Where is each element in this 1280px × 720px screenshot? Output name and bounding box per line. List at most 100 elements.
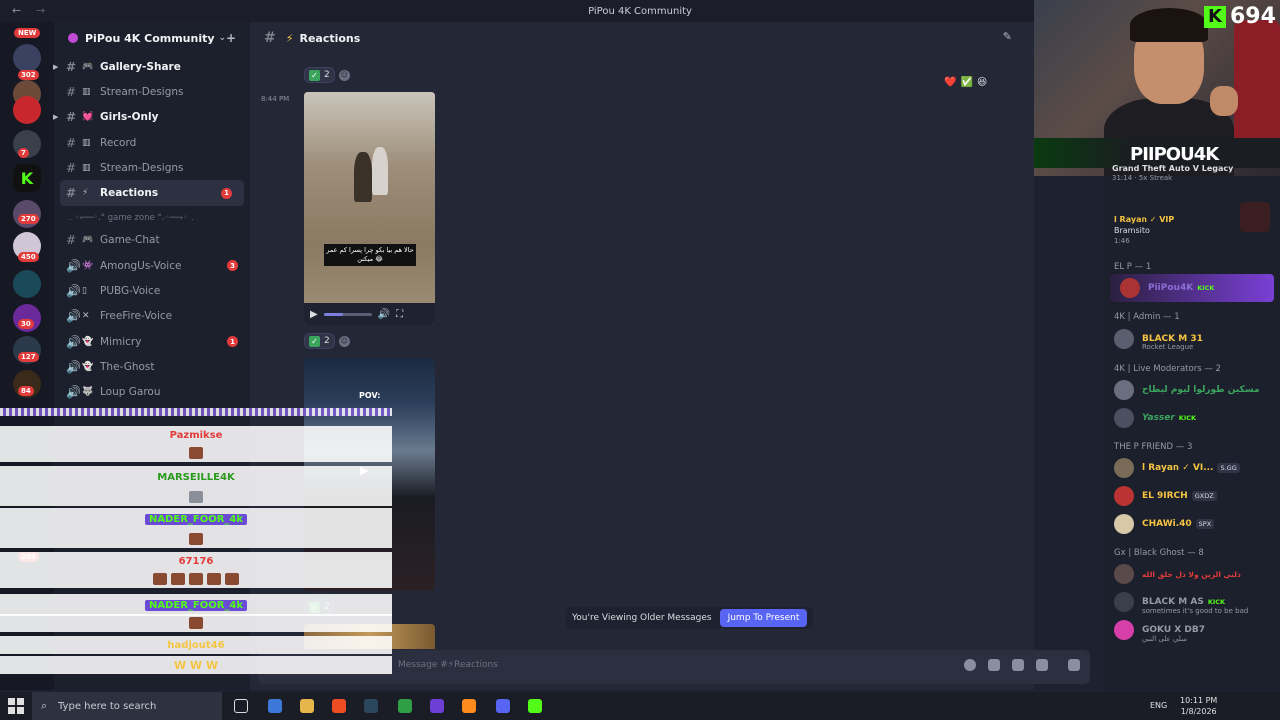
emote-icon [189,533,203,545]
server-icon[interactable] [13,270,41,298]
jump-to-present-button[interactable]: Jump To Present [719,609,808,627]
member-section-title: THE P FRIEND — 3 [1114,442,1193,452]
heart-emoji-icon[interactable]: ❤️ [944,77,956,88]
apps-icon[interactable] [1068,659,1080,671]
search-icon: ⌕ [41,699,48,712]
member-row[interactable]: مسكين طورلوا ليوم ليطاح [1104,376,1280,404]
steam-icon[interactable] [364,699,378,713]
windows-taskbar: ⌕ Type here to search ENG 10:11 PM 1/8/2… [0,692,1280,720]
voice-channel-pubg[interactable]: 🔊 ▯ PUBG-Voice [54,278,250,303]
member-row[interactable]: ا Rayaח ✓ VIP Bramsito 1:46 [1104,200,1280,260]
chat-username-row: 67176 [0,552,392,570]
taskbar-app-icon[interactable] [268,699,282,713]
member-name: BLACK M AS [1142,597,1204,607]
server-badge: 270 [18,214,39,224]
member-row[interactable]: ذلني الزين ولا ذل خلق الله [1104,560,1280,588]
clock[interactable]: 10:11 PM 1/8/2026 [1180,695,1217,717]
category-game-zone[interactable]: ﹒◦˖──◦.° game zone °.◦──˖◦﹒ [54,210,250,224]
channel-game-chat[interactable]: # 🎮 Game-Chat [54,228,250,253]
check-emoji-icon: ✓ [309,69,320,81]
member-row[interactable]: PiiPou4K KICK [1110,274,1274,302]
add-reaction-icon[interactable]: ☺ [338,69,350,81]
taskbar-app-icon[interactable] [462,699,476,713]
image-icon[interactable] [1036,659,1048,671]
voice-channel-mimicry[interactable]: 🔊 👻 Mimicry 1 [54,329,250,354]
channel-girls-only[interactable]: ▶ # 💓 Girls-Only [53,105,250,130]
chat-message [0,444,392,462]
taskbar-search[interactable]: ⌕ Type here to search [32,692,222,720]
speaker-icon: 🔊 [66,334,81,349]
kick-server-icon[interactable]: K [13,164,41,192]
member-activity: sometimes it's good to be bad [1142,607,1249,615]
check-emoji-icon[interactable]: ✅ [960,77,972,88]
add-reaction-icon[interactable]: ☺ [338,335,350,347]
voice-channel-amongus[interactable]: 🔊 👾 AmongUs-Voice 3 [54,253,250,278]
member-row[interactable]: Yasser KICK [1104,404,1280,432]
file-explorer-icon[interactable] [300,699,314,713]
member-row[interactable]: ا Rayaח ✓ VI... S.GG [1104,454,1280,482]
taskbar-app-icon[interactable] [430,699,444,713]
channel-emoji: 👾 [82,260,94,271]
input-language[interactable]: ENG [1150,701,1167,710]
reaction-count: 2 [324,336,330,346]
member-section-title: 4K | Live Moderators — 2 [1114,364,1221,374]
member-row[interactable]: CHAWi.40 SPX [1104,510,1280,538]
server-tag: GXDZ [1191,491,1217,501]
channel-gallery-share[interactable]: ▶ # 🎮 Gallery-Share [53,54,250,79]
member-row[interactable]: BLACK M AS KICK sometimes it's good to b… [1104,588,1280,616]
channel-emoji: 💓 [82,112,94,123]
taskbar-app-icon[interactable] [398,699,412,713]
guild-name: PiPou 4K Community [85,31,215,45]
voice-channel-freefire[interactable]: 🔊 ✕ FreeFire-Voice [54,304,250,329]
avatar [1114,329,1134,349]
voice-channel-the-ghost[interactable]: 🔊 👻 The-Ghost [54,354,250,379]
window-title: PiPou 4K Community [588,5,692,17]
play-icon[interactable]: ▶ [310,309,318,320]
volume-icon[interactable]: 🔊 [378,309,390,320]
channel-record[interactable]: # ▥ Record [54,130,250,155]
channel-stream-designs[interactable]: # ▥ Stream-Designs [54,79,250,104]
brave-browser-icon[interactable] [332,699,346,713]
member-count-badge: 3 [227,260,238,272]
threads-icon[interactable]: ✎ [1003,30,1012,43]
gif-icon[interactable] [988,659,1000,671]
video-attachment[interactable]: حالا هم بیا بکو چرا پسرا کم عمر میکنن 😂 … [304,92,435,325]
channel-emoji: ▯ [82,286,87,297]
task-view-icon[interactable] [234,699,248,713]
server-icon[interactable] [13,96,41,124]
server-badge: 450 [18,252,39,262]
chat-username-row: NADER_FOOR_4k [0,594,392,616]
emote-icon [189,573,203,585]
kick-app-icon[interactable] [528,699,542,713]
member-row[interactable]: BLACK M 31 Rocket League [1104,324,1280,354]
voice-channel-loup-garou[interactable]: 🔊 🐺 Loup Garou [54,380,250,405]
emoji-icon[interactable] [964,659,976,671]
avatar [1114,380,1134,400]
add-member-icon[interactable]: + [226,31,236,45]
channel-reactions[interactable]: # ⚡ Reactions 1 [60,180,244,206]
member-row[interactable]: GOKU X DB7 سلي على النبي [1104,616,1280,644]
forward-arrow-icon[interactable]: → [36,4,45,17]
laugh-emoji-icon[interactable]: 😆 [977,77,987,88]
channel-stream-designs-2[interactable]: # ▥ Stream-Designs [54,155,250,180]
discord-icon[interactable] [496,699,510,713]
fullscreen-icon[interactable]: ⛶ [396,309,403,320]
server-badge: 30 [18,319,34,329]
member-row[interactable]: EL 9IRCH GXDZ [1104,482,1280,510]
member-section-title: Gx | Black Ghost — 8 [1114,548,1204,558]
video-progress[interactable] [323,312,372,316]
windows-start-icon[interactable] [8,698,24,714]
back-arrow-icon[interactable]: ← [12,4,21,17]
chat-username: 67176 [178,555,214,567]
server-icon[interactable] [13,44,41,72]
reaction-check[interactable]: ✓ 2 [304,333,335,349]
avatar [1240,202,1270,232]
guild-header[interactable]: PiPou 4K Community ⌄ + [54,22,250,54]
video-frame [304,92,435,152]
hash-icon: # [66,186,77,201]
reaction-check[interactable]: ✓ 2 [304,67,335,83]
sticker-icon[interactable] [1012,659,1024,671]
emote-icon [189,617,203,629]
brand-logo: PIIPOU4K [1130,144,1219,165]
unread-arrow-icon: ▶ [53,62,59,71]
